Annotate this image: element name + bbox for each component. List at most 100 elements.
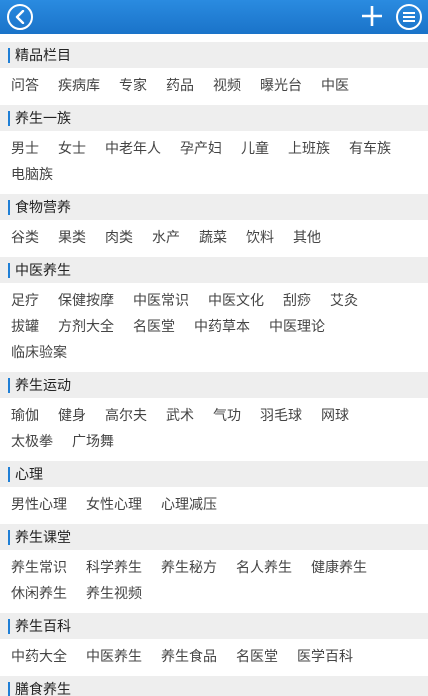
category-link[interactable]: 保健按摩 [58, 288, 114, 314]
category-link[interactable]: 药品 [166, 73, 194, 99]
category-link[interactable]: 武术 [166, 403, 194, 429]
menu-button[interactable] [396, 4, 422, 30]
tag-list: 问答 疾病库 专家 药品 视频 曝光台 中医 [11, 73, 417, 99]
section-title: 食物营养 [15, 200, 71, 216]
category-link[interactable]: 曝光台 [260, 73, 302, 99]
category-link[interactable]: 科学养生 [86, 555, 142, 581]
category-link[interactable]: 谷类 [11, 225, 39, 251]
tag-list: 中药大全 中医养生 养生食品 名医堂 医学百科 [11, 644, 417, 670]
section-accent-bar [8, 529, 10, 545]
category-link[interactable]: 艾灸 [330, 288, 358, 314]
section-body: 养生常识 科学养生 养生秘方 名人养生 健康养生休闲养生 养生视频 [0, 550, 428, 613]
category-link[interactable]: 问答 [11, 73, 39, 99]
category-link[interactable]: 养生食品 [161, 644, 217, 670]
category-link[interactable]: 气功 [213, 403, 241, 429]
category-link[interactable]: 中医 [321, 73, 349, 99]
category-link[interactable]: 高尔夫 [105, 403, 147, 429]
category-link[interactable]: 中医常识 [133, 288, 189, 314]
category-link[interactable]: 饮料 [246, 225, 274, 251]
section-accent-bar [8, 618, 10, 634]
category-link[interactable]: 拔罐 [11, 314, 39, 340]
section-title: 中医养生 [15, 263, 71, 279]
category-link[interactable]: 名医堂 [236, 644, 278, 670]
category-link[interactable]: 网球 [321, 403, 349, 429]
category-link[interactable]: 休闲养生 [11, 581, 67, 607]
category-link[interactable]: 男士 [11, 136, 39, 162]
category-section: 精品栏目问答 疾病库 专家 药品 视频 曝光台 中医 [0, 42, 428, 105]
category-link[interactable]: 电脑族 [11, 162, 53, 188]
section-body: 问答 疾病库 专家 药品 视频 曝光台 中医 [0, 68, 428, 105]
category-link[interactable]: 中药草本 [194, 314, 250, 340]
tag-list: 养生常识 科学养生 养生秘方 名人养生 健康养生休闲养生 养生视频 [11, 555, 417, 607]
category-link[interactable]: 广场舞 [72, 429, 114, 455]
add-button[interactable] [361, 5, 383, 27]
section-header[interactable]: 中医养生 [0, 257, 428, 283]
category-link[interactable]: 心理减压 [161, 492, 217, 518]
category-link[interactable]: 果类 [58, 225, 86, 251]
category-link[interactable]: 肉类 [105, 225, 133, 251]
section-header[interactable]: 精品栏目 [0, 42, 428, 68]
category-link[interactable]: 疾病库 [58, 73, 100, 99]
category-link[interactable]: 中老年人 [105, 136, 161, 162]
category-link[interactable]: 女士 [58, 136, 86, 162]
section-title: 养生运动 [15, 378, 71, 394]
category-section: 养生百科中药大全 中医养生 养生食品 名医堂 医学百科 [0, 613, 428, 676]
section-header[interactable]: 养生课堂 [0, 524, 428, 550]
category-link[interactable]: 儿童 [241, 136, 269, 162]
back-arrow-icon [15, 10, 25, 24]
category-link[interactable]: 专家 [119, 73, 147, 99]
category-link[interactable]: 中药大全 [11, 644, 67, 670]
section-title: 膳食养生 [15, 682, 71, 696]
category-link[interactable]: 视频 [213, 73, 241, 99]
category-link[interactable]: 名人养生 [236, 555, 292, 581]
category-link[interactable]: 羽毛球 [260, 403, 302, 429]
category-link[interactable]: 健康养生 [311, 555, 367, 581]
category-link[interactable]: 养生常识 [11, 555, 67, 581]
category-link[interactable]: 孕产妇 [180, 136, 222, 162]
category-link[interactable]: 中医理论 [269, 314, 325, 340]
section-body: 男士 女士 中老年人 孕产妇 儿童 上班族 有车族电脑族 [0, 131, 428, 194]
category-link[interactable]: 养生秘方 [161, 555, 217, 581]
back-button[interactable] [7, 4, 33, 30]
section-accent-bar [8, 681, 10, 696]
tag-list: 男性心理 女性心理 心理减压 [11, 492, 417, 518]
category-link[interactable]: 女性心理 [86, 492, 142, 518]
section-header[interactable]: 养生运动 [0, 372, 428, 398]
section-header[interactable]: 膳食养生 [0, 676, 428, 696]
category-section: 养生课堂养生常识 科学养生 养生秘方 名人养生 健康养生休闲养生 养生视频 [0, 524, 428, 613]
section-header[interactable]: 养生百科 [0, 613, 428, 639]
section-header[interactable]: 食物营养 [0, 194, 428, 220]
category-link[interactable]: 中医文化 [208, 288, 264, 314]
category-link[interactable]: 水产 [152, 225, 180, 251]
category-link[interactable]: 有车族 [349, 136, 391, 162]
tag-list: 瑜伽 健身 高尔夫 武术 气功 羽毛球 网球太极拳 广场舞 [11, 403, 417, 455]
category-link[interactable]: 其他 [293, 225, 321, 251]
category-link[interactable]: 中医养生 [86, 644, 142, 670]
section-body: 谷类 果类 肉类 水产 蔬菜 饮料 其他 [0, 220, 428, 257]
category-section: 食物营养谷类 果类 肉类 水产 蔬菜 饮料 其他 [0, 194, 428, 257]
category-link[interactable]: 上班族 [288, 136, 330, 162]
category-link[interactable]: 刮痧 [283, 288, 311, 314]
section-body: 足疗 保健按摩 中医常识 中医文化 刮痧 艾灸拔罐 方剂大全 名医堂 中药草本 中医理论临床验案 [0, 283, 428, 372]
section-header[interactable]: 心理 [0, 461, 428, 487]
category-link[interactable]: 蔬菜 [199, 225, 227, 251]
section-title: 精品栏目 [15, 48, 71, 64]
category-link[interactable]: 瑜伽 [11, 403, 39, 429]
tag-list: 谷类 果类 肉类 水产 蔬菜 饮料 其他 [11, 225, 417, 251]
section-accent-bar [8, 262, 10, 278]
category-link[interactable]: 太极拳 [11, 429, 53, 455]
category-link[interactable]: 健身 [58, 403, 86, 429]
section-title: 心理 [15, 467, 43, 483]
section-header[interactable]: 养生一族 [0, 105, 428, 131]
section-body: 瑜伽 健身 高尔夫 武术 气功 羽毛球 网球太极拳 广场舞 [0, 398, 428, 461]
category-link[interactable]: 足疗 [11, 288, 39, 314]
category-link[interactable]: 名医堂 [133, 314, 175, 340]
section-accent-bar [8, 47, 10, 63]
category-link[interactable]: 医学百科 [297, 644, 353, 670]
category-section: 心理男性心理 女性心理 心理减压 [0, 461, 428, 524]
plus-icon [362, 6, 382, 26]
category-link[interactable]: 男性心理 [11, 492, 67, 518]
category-link[interactable]: 养生视频 [86, 581, 142, 607]
category-link[interactable]: 方剂大全 [58, 314, 114, 340]
category-link[interactable]: 临床验案 [11, 340, 67, 366]
